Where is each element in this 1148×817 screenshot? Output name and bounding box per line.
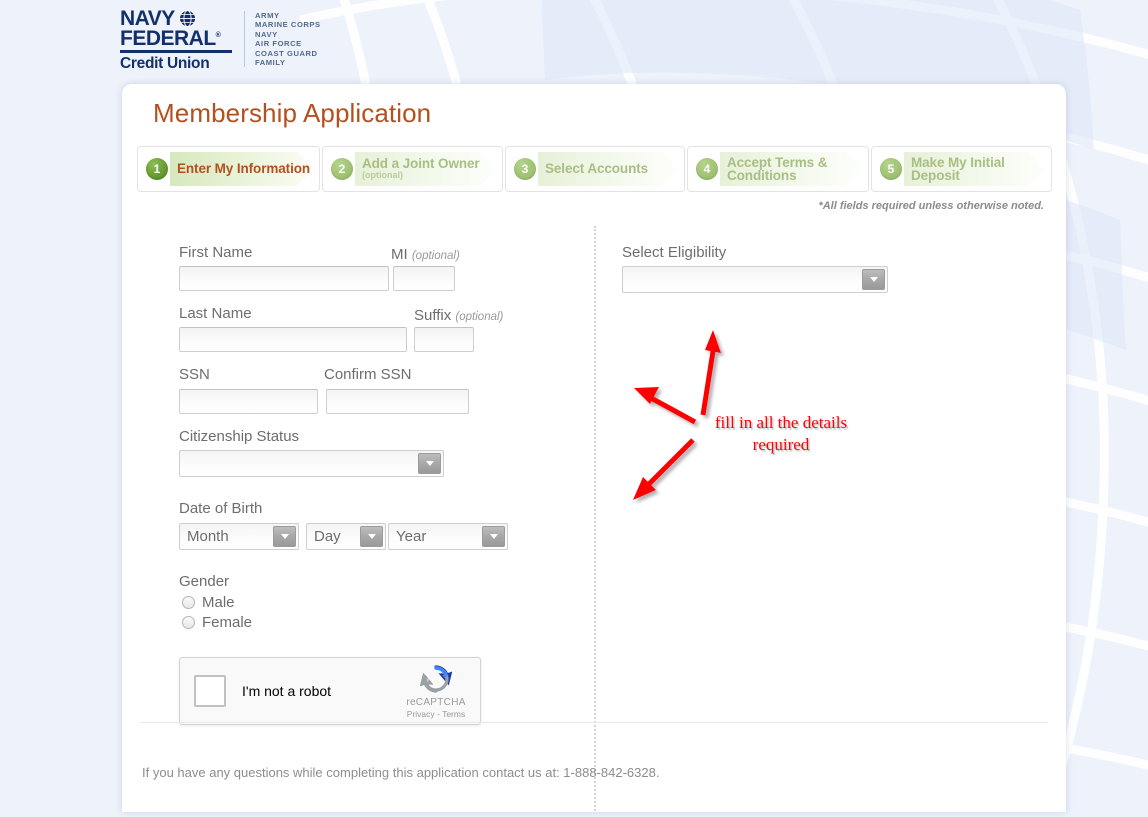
gender-option-male-label: Male [202,594,235,611]
chevron-down-icon[interactable] [418,453,441,474]
step-label-text: Enter My Information [177,161,311,177]
logo-text-federal: FEDERAL [120,26,216,50]
logo-wordmark: NAVY FEDERAL® Credit Union [120,7,244,73]
recaptcha-branding: reCAPTCHA Privacy - Terms [398,663,474,719]
recaptcha-brand-text: reCAPTCHA [406,697,466,708]
contact-note: If you have any questions while completi… [142,765,660,780]
step-tab-accept-terms-conditions[interactable]: 4 Accept Terms & Conditions [687,146,869,192]
step-label-text: Make My Initial Deposit [911,154,1005,183]
suffix-input[interactable] [414,327,474,352]
step-label: Enter My Information [177,162,310,176]
application-card: Membership Application 1 Enter My Inform… [122,84,1066,812]
citizenship-status-label: Citizenship Status [179,428,300,445]
navy-federal-logo[interactable]: NAVY FEDERAL® Credit Union ARMY MARINE C… [120,7,321,73]
step-label-text: Add a Joint Owner [362,155,480,171]
step-label: Select Accounts [545,162,648,176]
mi-label: MI (optional) [391,246,460,263]
gender-radio-group: Male Female [182,594,280,634]
required-fields-note: *All fields required unless otherwise no… [818,200,1044,212]
dob-month-value: Month [187,528,229,545]
first-name-input[interactable] [179,266,389,291]
branch-item: FAMILY [255,58,286,68]
select-eligibility-label: Select Eligibility [622,244,727,261]
step-label: Make My Initial Deposit [911,154,1051,183]
step-tab-enter-my-information[interactable]: 1 Enter My Information [137,146,320,192]
site-header: NAVY FEDERAL® Credit Union ARMY MARINE C… [0,0,1148,84]
step-tab-make-my-initial-deposit[interactable]: 5 Make My Initial Deposit [871,146,1052,192]
step-number-badge: 2 [331,158,353,180]
last-name-input[interactable] [179,327,407,352]
branch-item: NAVY [255,29,278,39]
suffix-label-text: Suffix [414,307,452,324]
ssn-input[interactable] [179,389,318,414]
step-label: Accept Terms & Conditions [727,154,868,183]
mi-optional-note: (optional) [411,250,460,262]
logo-divider [244,11,245,67]
recaptcha-label: I'm not a robot [242,683,332,699]
mi-label-text: MI [391,246,408,263]
branch-list: ARMY MARINE CORPS NAVY AIR FORCE COAST G… [255,9,321,67]
recaptcha-checkbox[interactable] [194,675,226,707]
chevron-down-icon[interactable] [862,269,885,290]
citizenship-status-select[interactable] [179,450,444,477]
logo-registered-mark: ® [215,31,221,39]
mi-input[interactable] [393,266,455,291]
recaptcha-widget[interactable]: I'm not a robot reCAPTCHA Privacy - Term… [179,657,481,725]
step-tab-select-accounts[interactable]: 3 Select Accounts [505,146,685,192]
dob-day-value: Day [314,528,341,545]
step-label-text: Accept Terms & Conditions [727,154,828,183]
page-title: Membership Application [153,98,432,128]
radio-circle-icon[interactable] [182,596,195,609]
step-number-badge: 3 [514,158,536,180]
step-progress-nav: 1 Enter My Information 2 Add a Joint Own… [137,146,1052,192]
branch-item: AIR FORCE [255,39,302,49]
gender-label: Gender [179,573,230,590]
branch-item: MARINE CORPS [255,20,321,30]
select-eligibility-select[interactable] [622,266,888,293]
step-number-badge: 1 [146,158,168,180]
chevron-down-icon[interactable] [482,526,505,547]
dob-month-select[interactable]: Month [179,523,299,550]
step-tab-add-a-joint-owner[interactable]: 2 Add a Joint Owner (optional) [322,146,503,192]
gender-option-male[interactable]: Male [182,594,235,611]
dob-day-select[interactable]: Day [306,523,386,550]
suffix-label: Suffix (optional) [414,307,503,324]
last-name-label: Last Name [179,305,252,322]
logo-text-credit-union: Credit Union [120,54,210,72]
logo-line-federal: FEDERAL® [120,26,232,50]
chevron-down-icon[interactable] [360,526,383,547]
gender-option-female[interactable]: Female [182,614,252,631]
date-of-birth-label: Date of Birth [179,500,263,517]
step-number-badge: 5 [880,158,902,180]
step-label: Add a Joint Owner (optional) [362,157,480,182]
step-optional-note: (optional) [362,170,403,181]
logo-rule [120,49,232,53]
column-divider [594,226,597,812]
ssn-label: SSN [179,366,210,383]
dob-year-select[interactable]: Year [388,523,508,550]
recaptcha-icon [420,665,452,693]
branch-item: ARMY [255,11,280,20]
footer-separator [140,722,1048,723]
dob-year-value: Year [396,528,427,545]
step-label-text: Select Accounts [545,161,649,177]
logo-text-navy: NAVY [120,7,175,30]
confirm-ssn-input[interactable] [326,389,469,414]
globe-icon [178,10,196,28]
chevron-down-icon[interactable] [273,526,296,547]
radio-circle-icon[interactable] [182,616,195,629]
logo-line-navy: NAVY [120,7,232,30]
first-name-label: First Name [179,244,253,261]
card-footer: If you have any questions while completi… [122,744,1066,812]
confirm-ssn-label: Confirm SSN [324,366,412,383]
step-number-badge: 4 [696,158,718,180]
suffix-optional-note: (optional) [455,311,504,323]
gender-option-female-label: Female [202,614,253,631]
branch-item: COAST GUARD [255,48,318,58]
recaptcha-privacy-terms-links[interactable]: Privacy - Terms [407,709,465,719]
